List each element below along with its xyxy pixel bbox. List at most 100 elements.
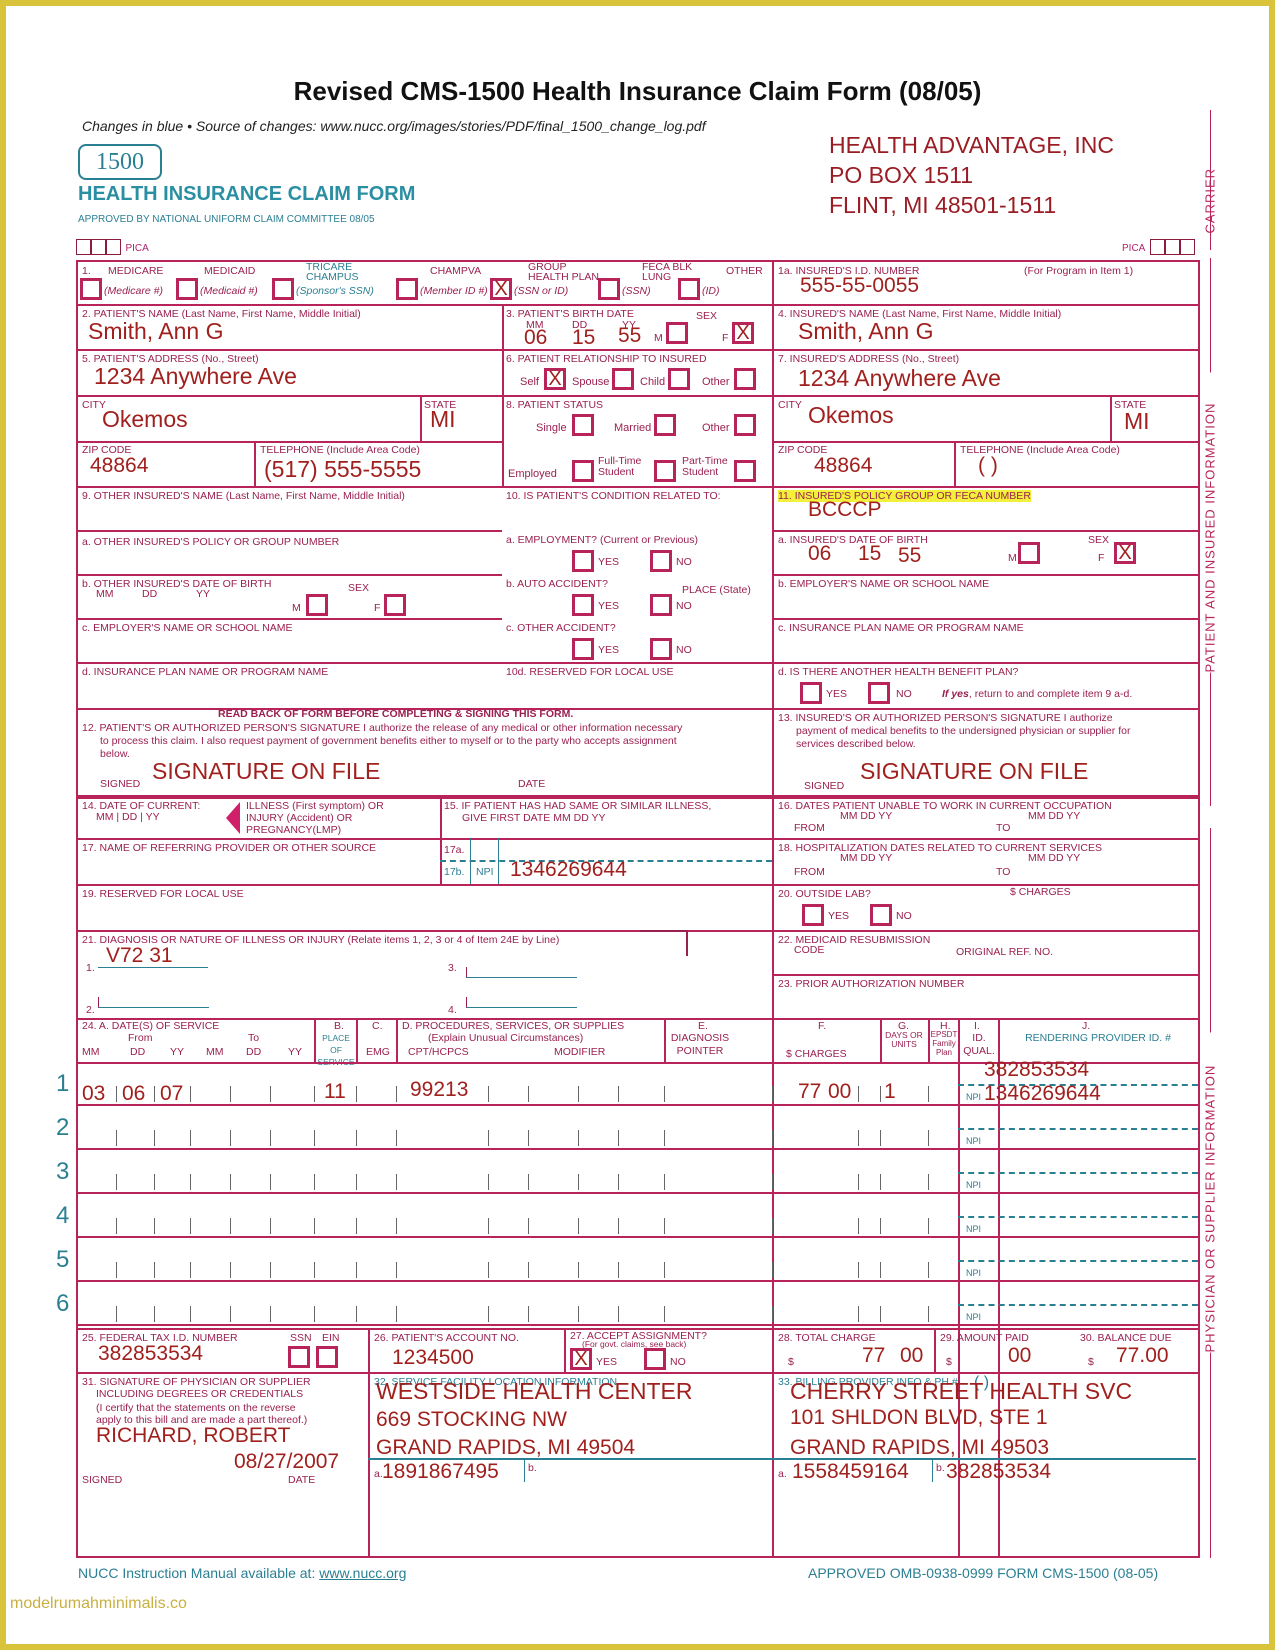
insured-city-value[interactable]: Okemos (808, 402, 894, 429)
federal-tax-id-value[interactable]: 382853534 (98, 1342, 203, 1366)
rendering-provider-id[interactable]: 382853534 (984, 1058, 1089, 1082)
billing-name-value[interactable]: CHERRY STREET HEALTH SVC (790, 1378, 1132, 1405)
diag-2-field[interactable] (98, 997, 209, 1008)
pica-box[interactable] (106, 238, 121, 255)
feca-checkbox[interactable] (598, 278, 620, 300)
total-charge-cents[interactable]: 00 (900, 1344, 923, 1368)
employment-no-checkbox[interactable] (650, 550, 672, 572)
rel-self-checkbox[interactable]: X (544, 368, 566, 390)
billing-street-value[interactable]: 101 SHLDON BLVD, STE 1 (790, 1406, 1048, 1430)
other-plan-no-checkbox[interactable] (868, 682, 890, 704)
service-from-month[interactable]: 03 (82, 1082, 105, 1106)
birth-year-value[interactable]: 55 (618, 324, 641, 348)
insured-phone-value[interactable]: ( ) (978, 454, 998, 478)
facility-street-value[interactable]: 669 STOCKING NW (376, 1408, 567, 1432)
insured-birth-month[interactable]: 06 (808, 542, 831, 566)
balance-due-value[interactable]: 77.00 (1116, 1344, 1169, 1368)
medicaid-checkbox[interactable] (176, 278, 198, 300)
referring-npi-value[interactable]: 1346269644 (510, 858, 627, 882)
birth-day-value[interactable]: 15 (572, 326, 595, 350)
service-from-year[interactable]: 07 (160, 1082, 183, 1106)
units-value[interactable]: 1 (884, 1080, 896, 1104)
accept-assignment-no-checkbox[interactable] (644, 1348, 666, 1370)
patient-name-value[interactable]: Smith, Ann G (88, 318, 224, 345)
status-other-checkbox[interactable] (734, 414, 756, 436)
other-program-checkbox[interactable] (678, 278, 700, 300)
physician-sign-date-value[interactable]: 08/27/2007 (234, 1450, 339, 1474)
insured-sex-female-checkbox[interactable]: X (1114, 542, 1136, 564)
accept-assignment-yes-checkbox[interactable]: X (570, 1348, 592, 1370)
facility-city-value[interactable]: GRAND RAPIDS, MI 49504 (376, 1436, 635, 1460)
insured-birth-day[interactable]: 15 (858, 542, 881, 566)
other-insured-male-checkbox[interactable] (306, 594, 328, 616)
billing-city-value[interactable]: GRAND RAPIDS, MI 49503 (790, 1436, 1049, 1460)
physician-name-value[interactable]: RICHARD, ROBERT (96, 1424, 290, 1448)
nucc-link[interactable]: www.nucc.org (319, 1565, 406, 1581)
diag-4-field[interactable] (466, 997, 577, 1008)
status-fulltime-checkbox[interactable] (654, 460, 676, 482)
auto-accident-yes-checkbox[interactable] (572, 594, 594, 616)
ssn-checkbox[interactable] (288, 1346, 310, 1368)
patient-signature-value[interactable]: SIGNATURE ON FILE (152, 758, 380, 785)
rel-child-checkbox[interactable] (668, 368, 690, 390)
pica-box[interactable] (1179, 238, 1195, 255)
pica-box[interactable] (91, 238, 106, 255)
rel-spouse-checkbox[interactable] (612, 368, 634, 390)
rendering-provider-npi[interactable]: 1346269644 (984, 1082, 1101, 1106)
policy-group-value[interactable]: BCCCP (808, 498, 882, 522)
tricare-checkbox[interactable] (272, 278, 294, 300)
insured-birth-year[interactable]: 55 (898, 544, 921, 568)
status-employed-checkbox[interactable] (572, 460, 594, 482)
group-health-plan-checkbox[interactable]: X (490, 278, 512, 300)
status-parttime-checkbox[interactable] (734, 460, 756, 482)
charges-value[interactable]: 77 (798, 1080, 821, 1104)
status-single-checkbox[interactable] (572, 414, 594, 436)
pica-box[interactable] (1164, 238, 1180, 255)
amount-paid-value[interactable]: 00 (1008, 1344, 1031, 1368)
total-charge-value[interactable]: 77 (862, 1344, 885, 1368)
patient-phone-value[interactable]: (517) 555-5555 (264, 456, 421, 483)
diagnosis-1-value[interactable]: V72 31 (106, 944, 173, 968)
other-accident-no-checkbox[interactable] (650, 638, 672, 660)
pica-box[interactable] (76, 238, 91, 255)
insured-sex-male-checkbox[interactable] (1018, 542, 1040, 564)
place-of-service-value[interactable]: 11 (324, 1080, 346, 1104)
ein-checkbox[interactable] (316, 1346, 338, 1368)
birth-month-value[interactable]: 06 (524, 326, 547, 350)
insured-signature-value[interactable]: SIGNATURE ON FILE (860, 758, 1088, 785)
patient-city-value[interactable]: Okemos (102, 406, 188, 433)
patient-sex-male-checkbox[interactable] (666, 322, 688, 344)
outside-lab-yes-checkbox[interactable] (802, 904, 824, 926)
cpt-code-value[interactable]: 99213 (410, 1078, 468, 1102)
other-accident-yes-checkbox[interactable] (572, 638, 594, 660)
patient-account-value[interactable]: 1234500 (392, 1346, 474, 1370)
patient-sex-female-checkbox[interactable]: X (732, 322, 754, 344)
employment-yes-checkbox[interactable] (572, 550, 594, 572)
insured-state-value[interactable]: MI (1124, 408, 1150, 435)
billing-other-id-value[interactable]: 382853534 (946, 1460, 1051, 1484)
facility-npi-value[interactable]: 1891867495 (382, 1460, 499, 1484)
insured-zip-value[interactable]: 48864 (814, 454, 872, 478)
patient-address-value[interactable]: 1234 Anywhere Ave (94, 363, 297, 390)
diag-3-field[interactable] (466, 967, 577, 978)
insured-id-value[interactable]: 555-55-0055 (800, 274, 919, 298)
charges-cents[interactable]: 00 (828, 1080, 851, 1104)
facility-name-value[interactable]: WESTSIDE HEALTH CENTER (376, 1378, 693, 1405)
other-insured-female-checkbox[interactable] (384, 594, 406, 616)
patient-zip-value[interactable]: 48864 (90, 454, 148, 478)
billing-npi-value[interactable]: 1558459164 (792, 1460, 909, 1484)
insured-name-value[interactable]: Smith, Ann G (798, 318, 934, 345)
status-married-checkbox[interactable] (654, 414, 676, 436)
patient-state-value[interactable]: MI (430, 406, 456, 433)
item15-date-cols: GIVE FIRST DATE MM DD YY (462, 812, 606, 824)
outside-lab-no-checkbox[interactable] (870, 904, 892, 926)
service-from-day[interactable]: 06 (122, 1082, 145, 1106)
other-plan-yes-checkbox[interactable] (800, 682, 822, 704)
rel-other-checkbox[interactable] (734, 368, 756, 390)
medicare-checkbox[interactable] (80, 278, 102, 300)
insured-address-value[interactable]: 1234 Anywhere Ave (798, 365, 1001, 392)
service-line-number: 3 (56, 1158, 70, 1185)
auto-accident-no-checkbox[interactable] (650, 594, 672, 616)
pica-box[interactable] (1149, 238, 1165, 255)
champva-checkbox[interactable] (396, 278, 418, 300)
